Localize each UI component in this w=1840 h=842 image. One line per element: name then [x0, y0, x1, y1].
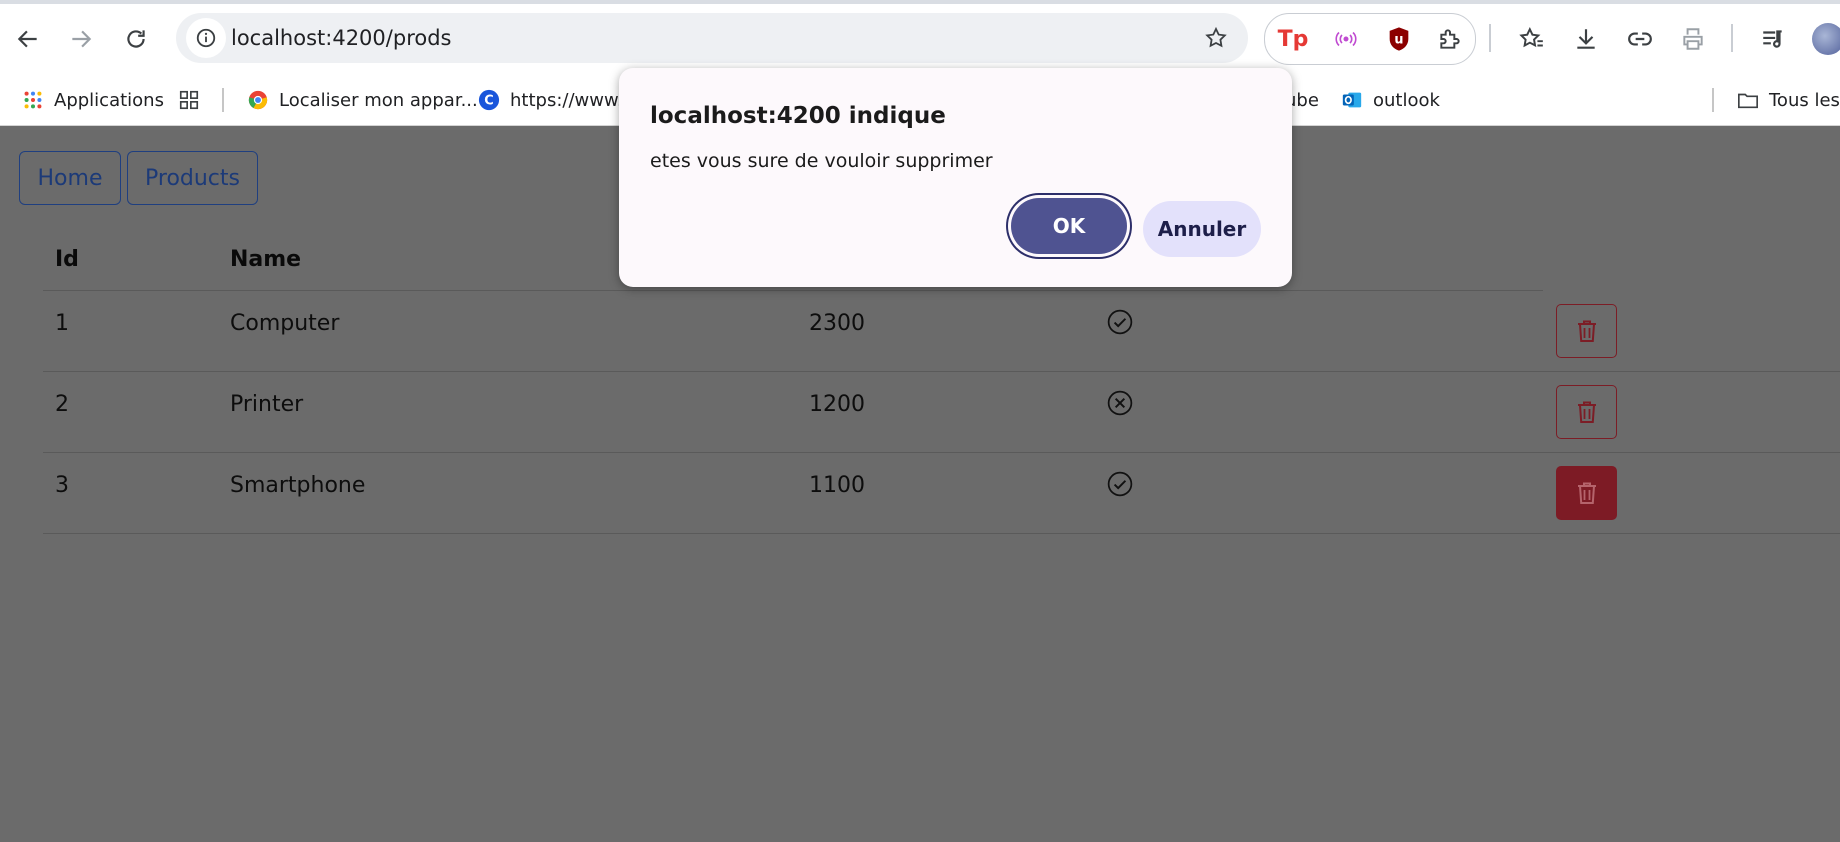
- cell-price: 1200: [809, 392, 865, 417]
- check-circle-icon[interactable]: [1107, 471, 1133, 497]
- download-icon: [1577, 29, 1595, 49]
- bookmark-outlook[interactable]: outlook: [1341, 83, 1440, 117]
- ok-button[interactable]: OK: [1011, 198, 1127, 254]
- tab-groups-icon: [178, 89, 200, 111]
- extensions-menu-button[interactable]: [1432, 21, 1468, 57]
- row-divider: [43, 533, 1840, 534]
- toolbar-divider-2: [1731, 24, 1733, 52]
- arrow-left-icon: [17, 30, 37, 48]
- check-circle-icon[interactable]: [1107, 309, 1133, 335]
- address-bar[interactable]: localhost:4200/prods: [176, 13, 1248, 63]
- cross-circle-icon[interactable]: [1107, 390, 1133, 416]
- nav-home-button[interactable]: Home: [19, 151, 121, 205]
- puzzle-icon: [1440, 29, 1460, 49]
- column-header-id: Id: [55, 247, 79, 272]
- svg-text:u: u: [1394, 33, 1403, 48]
- delete-button[interactable]: [1556, 466, 1617, 520]
- row-divider: [43, 371, 1840, 372]
- column-header-name: Name: [230, 247, 302, 272]
- star-outline-icon: [1205, 26, 1227, 48]
- dialog-title: localhost:4200 indique: [650, 103, 946, 129]
- bookmark-label: outlook: [1373, 89, 1440, 111]
- bookmark-label: Localiser mon appar...: [279, 89, 478, 111]
- cell-id: 3: [55, 473, 69, 498]
- ublock-shield-icon: u: [1389, 27, 1409, 51]
- dialog-message: etes vous sure de vouloir supprimer: [650, 150, 993, 172]
- print-button[interactable]: [1673, 19, 1713, 59]
- bookmarks-divider: [222, 88, 224, 112]
- cell-price: 1100: [809, 473, 865, 498]
- trash-icon: [1577, 482, 1596, 504]
- extension-tp[interactable]: Tp: [1275, 21, 1311, 57]
- cell-price: 2300: [809, 311, 865, 336]
- cell-id: 2: [55, 392, 69, 417]
- trash-icon: [1577, 401, 1596, 423]
- bookmark-localiser[interactable]: Localiser mon appar...: [247, 83, 478, 117]
- copy-link-button[interactable]: [1620, 19, 1660, 59]
- cancel-button[interactable]: Annuler: [1143, 201, 1261, 257]
- bookmark-label: Applications: [54, 89, 164, 111]
- extension-broadcast[interactable]: [1328, 21, 1364, 57]
- media-control-button[interactable]: [1753, 19, 1793, 59]
- delete-button[interactable]: [1556, 304, 1617, 358]
- printer-icon: [1683, 28, 1703, 50]
- bookmark-label: Tous les: [1769, 89, 1840, 111]
- trash-icon: [1577, 320, 1596, 342]
- arrow-right-icon: [72, 30, 92, 48]
- back-button[interactable]: [8, 19, 48, 59]
- bookmark-star-button[interactable]: [1196, 18, 1236, 58]
- link-icon: [1628, 32, 1652, 46]
- header-divider: [43, 290, 1543, 291]
- queue-music-icon: [1763, 30, 1782, 48]
- nav-products-button[interactable]: Products: [127, 151, 258, 205]
- outlook-icon: [1341, 89, 1363, 111]
- apps-grid-icon: [22, 89, 44, 111]
- row-divider: [43, 452, 1840, 453]
- tp-logo-icon: Tp: [1277, 26, 1309, 52]
- reload-button[interactable]: [116, 19, 156, 59]
- cell-id: 1: [55, 311, 69, 336]
- extensions-group: Tp u: [1264, 13, 1476, 65]
- forward-button[interactable]: [61, 19, 101, 59]
- info-icon: [196, 28, 216, 48]
- google-chrome-icon: [247, 89, 269, 111]
- reading-list-button[interactable]: [1512, 19, 1552, 59]
- c-logo-icon: C: [478, 89, 500, 111]
- cell-name: Computer: [230, 311, 340, 336]
- bookmarks-divider-2: [1712, 88, 1714, 112]
- tab-groups-button[interactable]: [178, 83, 210, 117]
- svg-text:C: C: [484, 94, 493, 109]
- star-list-icon: [1519, 26, 1543, 48]
- cell-name: Printer: [230, 392, 304, 417]
- bookmark-all-folders[interactable]: Tous les: [1737, 83, 1840, 117]
- toolbar-divider: [1489, 24, 1491, 52]
- bookmark-c-site[interactable]: C https://www.c: [478, 83, 633, 117]
- url-text[interactable]: localhost:4200/prods: [231, 26, 451, 50]
- site-info-button[interactable]: [186, 18, 226, 58]
- profile-avatar[interactable]: [1812, 23, 1840, 55]
- bookmark-label: https://www.c: [510, 89, 633, 111]
- confirm-dialog: localhost:4200 indique etes vous sure de…: [619, 68, 1292, 287]
- downloads-button[interactable]: [1566, 19, 1606, 59]
- extension-ublock[interactable]: u: [1381, 21, 1417, 57]
- cell-name: Smartphone: [230, 473, 366, 498]
- bookmark-applications[interactable]: Applications: [22, 83, 164, 117]
- folder-icon: [1737, 89, 1759, 111]
- reload-icon: [127, 30, 145, 48]
- broadcast-icon: [1335, 31, 1357, 47]
- delete-button[interactable]: [1556, 385, 1617, 439]
- browser-toolbar: localhost:4200/prods Tp u: [0, 4, 1840, 74]
